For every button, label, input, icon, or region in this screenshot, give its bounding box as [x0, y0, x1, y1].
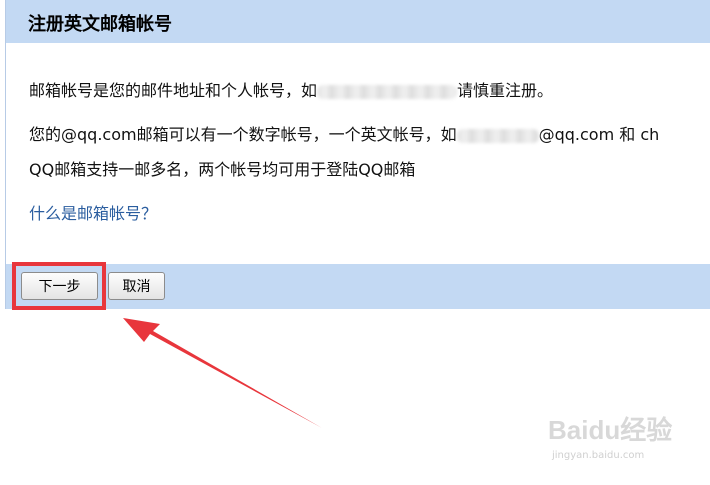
redacted-number-account — [456, 128, 539, 143]
account-description: 邮箱帐号是您的邮件地址和个人帐号，如 请慎重注册。 — [29, 77, 553, 101]
account-description-prefix: 邮箱帐号是您的邮件地址和个人帐号，如 — [29, 81, 318, 100]
account-types-suffix: @qq.com 和 ch — [538, 125, 660, 144]
account-types-prefix: 您的@qq.com邮箱可以有一个数字帐号，一个英文帐号，如 — [29, 125, 457, 144]
watermark-logo: Baidu经验 — [548, 415, 673, 445]
account-description-suffix: 请慎重注册。 — [457, 81, 554, 100]
dialog-header: 注册英文邮箱帐号 — [6, 0, 710, 43]
watermark: Baidu经验 jingyan.baidu.com — [540, 402, 710, 472]
dialog-footer: 下一步 取消 — [6, 264, 710, 309]
cancel-button[interactable]: 取消 — [108, 272, 165, 300]
account-types-description: 您的@qq.com邮箱可以有一个数字帐号，一个英文帐号，如 @qq.com 和 c… — [29, 121, 659, 145]
dialog-body: 邮箱帐号是您的邮件地址和个人帐号，如 请慎重注册。 您的@qq.com邮箱可以有一… — [6, 43, 710, 264]
next-step-button[interactable]: 下一步 — [21, 272, 98, 300]
what-is-email-account-link[interactable]: 什么是邮箱帐号？ — [29, 200, 157, 224]
watermark-url: jingyan.baidu.com — [552, 450, 645, 461]
dialog-title: 注册英文邮箱帐号 — [28, 14, 172, 35]
multi-name-description: QQ邮箱支持一邮多名，两个帐号均可用于登陆QQ邮箱 — [29, 160, 416, 179]
redacted-email — [317, 84, 458, 99]
arrow-shape — [123, 318, 322, 428]
register-english-email-dialog: 注册英文邮箱帐号 邮箱帐号是您的邮件地址和个人帐号，如 请慎重注册。 您的@qq.… — [5, 0, 710, 309]
